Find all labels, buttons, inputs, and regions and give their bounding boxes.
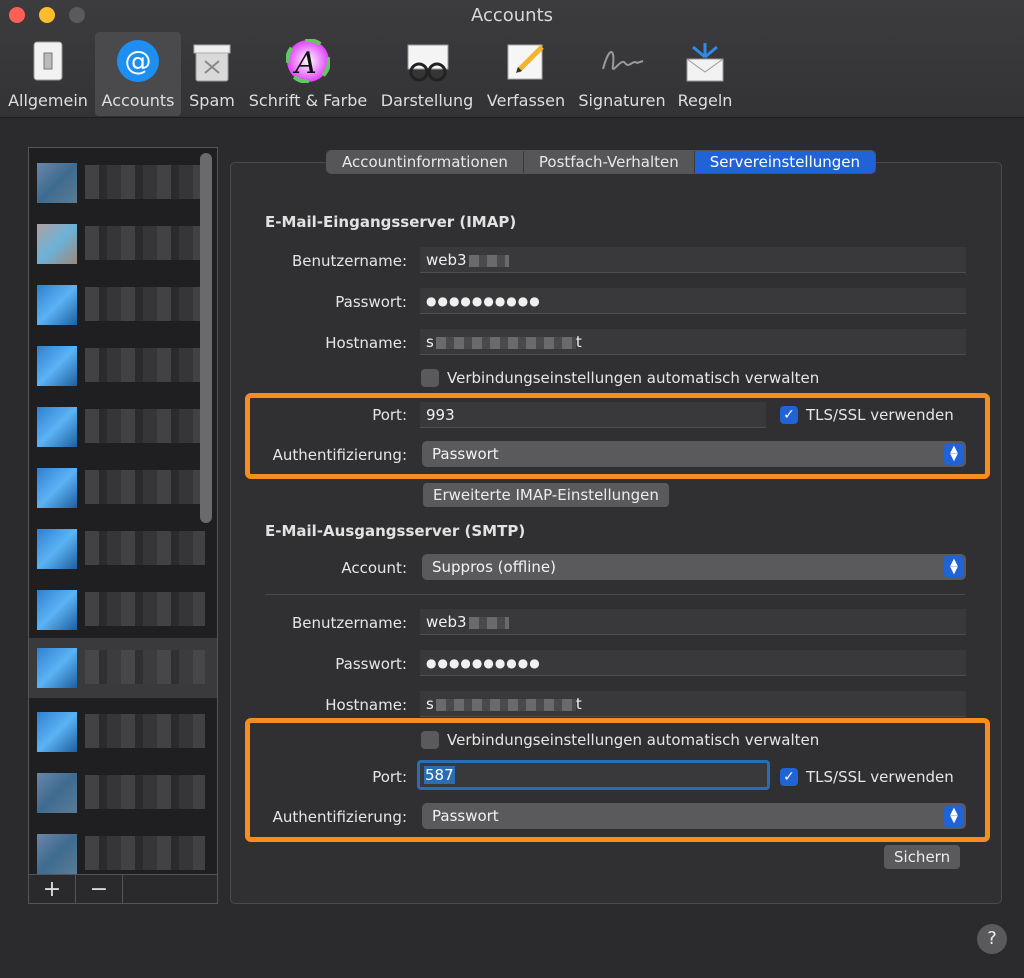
add-account-button[interactable]: +: [29, 875, 76, 903]
signature-icon: [599, 38, 645, 84]
smtp-password-label: Passwort:: [335, 655, 407, 673]
chevron-updown-icon: ▲ ▼: [944, 556, 964, 578]
account-list-item[interactable]: [29, 275, 217, 335]
imap-hostname-field[interactable]: st: [420, 329, 966, 355]
trash-bin-icon: [189, 38, 235, 84]
toolbar-item-signaturen[interactable]: Signaturen: [576, 32, 668, 116]
at-sign-icon: @: [115, 38, 161, 84]
avatar: [37, 834, 77, 874]
smtp-port-field[interactable]: 587: [417, 760, 770, 790]
account-list-item[interactable]: [29, 458, 217, 518]
avatar: [37, 407, 77, 447]
smtp-username-label: Benutzername:: [291, 614, 407, 632]
chevron-updown-icon: ▲ ▼: [944, 805, 964, 827]
tab-bar: Accountinformationen Postfach-Verhalten …: [326, 150, 877, 174]
toolbar: Accounts Allgemein @ Accounts Spam A Sch…: [0, 0, 1024, 118]
tab-postfach-verhalten[interactable]: Postfach-Verhalten: [523, 151, 695, 173]
account-list-item[interactable]: [29, 153, 217, 213]
smtp-auth-select[interactable]: Passwort ▲ ▼: [422, 803, 966, 829]
toolbar-item-spam[interactable]: Spam: [184, 32, 240, 116]
avatar: [37, 224, 77, 264]
account-list-item[interactable]: [29, 519, 217, 579]
imap-password-field[interactable]: ●●●●●●●●●●: [420, 288, 966, 314]
imap-auto-manage-label: Verbindungseinstellungen automatisch ver…: [447, 369, 820, 387]
toolbar-item-allgemein[interactable]: Allgemein: [4, 32, 92, 116]
account-list-item[interactable]: [29, 702, 217, 762]
switch-icon: [25, 38, 71, 84]
imap-tls-checkbox[interactable]: ✓: [780, 406, 798, 424]
account-list[interactable]: [28, 147, 218, 904]
smtp-password-field[interactable]: ●●●●●●●●●●: [420, 650, 966, 676]
glasses-icon: [404, 38, 450, 84]
avatar: [37, 468, 77, 508]
pencil-icon: [503, 38, 549, 84]
account-list-item-selected[interactable]: [29, 638, 217, 698]
imap-username-label: Benutzername:: [291, 252, 407, 270]
imap-hostname-label: Hostname:: [325, 334, 407, 352]
tab-accountinformationen[interactable]: Accountinformationen: [327, 151, 524, 173]
avatar: [37, 163, 77, 203]
account-list-item[interactable]: [29, 336, 217, 396]
imap-tls-label: TLS/SSL verwenden: [806, 406, 954, 424]
avatar: [37, 285, 77, 325]
advanced-imap-settings-button[interactable]: Erweiterte IMAP-Einstellungen: [423, 483, 669, 507]
remove-account-button[interactable]: −: [76, 875, 123, 903]
account-list-item[interactable]: [29, 824, 217, 874]
smtp-hostname-label: Hostname:: [325, 696, 407, 714]
account-list-item[interactable]: [29, 580, 217, 640]
imap-password-label: Passwort:: [335, 293, 407, 311]
imap-username-field[interactable]: web3: [420, 247, 966, 273]
imap-auth-select[interactable]: Passwort ▲ ▼: [422, 441, 966, 467]
avatar: [37, 590, 77, 630]
help-button[interactable]: ?: [977, 924, 1007, 954]
toolbar-item-verfassen[interactable]: Verfassen: [484, 32, 568, 116]
avatar: [37, 773, 77, 813]
account-list-item[interactable]: [29, 214, 217, 274]
imap-port-field[interactable]: 993: [420, 402, 766, 428]
section-divider: [265, 594, 965, 595]
svg-text:A: A: [292, 46, 317, 81]
smtp-section-title: E-Mail-Ausgangsserver (SMTP): [265, 522, 526, 540]
account-list-scrollbar[interactable]: [200, 153, 212, 523]
window-title: Accounts: [470, 5, 554, 26]
toolbar-item-darstellung[interactable]: Darstellung: [378, 32, 476, 116]
font-color-icon: A: [285, 38, 331, 84]
avatar: [37, 712, 77, 752]
smtp-username-field[interactable]: web3: [420, 609, 966, 635]
save-button[interactable]: Sichern: [884, 845, 961, 869]
smtp-auto-manage-checkbox[interactable]: [421, 731, 439, 749]
toolbar-item-regeln[interactable]: Regeln: [674, 32, 736, 116]
imap-auto-manage-checkbox[interactable]: [421, 369, 439, 387]
toolbar-item-accounts[interactable]: @ Accounts: [95, 32, 181, 116]
imap-auth-label: Authentifizierung:: [272, 446, 407, 464]
chevron-updown-icon: ▲ ▼: [944, 443, 964, 465]
svg-text:@: @: [125, 46, 152, 77]
smtp-auto-manage-label: Verbindungseinstellungen automatisch ver…: [447, 731, 820, 749]
toolbar-item-schrift-farbe[interactable]: A Schrift & Farbe: [246, 32, 370, 116]
avatar: [37, 346, 77, 386]
smtp-tls-label: TLS/SSL verwenden: [806, 768, 954, 786]
envelope-arrows-icon: [682, 38, 728, 84]
smtp-tls-checkbox[interactable]: ✓: [780, 768, 798, 786]
smtp-account-select[interactable]: Suppros (offline) ▲ ▼: [422, 554, 966, 580]
tab-servereinstellungen[interactable]: Servereinstellungen: [694, 151, 876, 173]
avatar: [37, 648, 77, 688]
avatar: [37, 529, 77, 569]
imap-section-title: E-Mail-Eingangsserver (IMAP): [265, 213, 517, 231]
smtp-account-label: Account:: [341, 559, 407, 577]
smtp-port-label: Port:: [372, 768, 407, 786]
account-list-controls: + −: [28, 874, 218, 904]
smtp-auth-label: Authentifizierung:: [272, 808, 407, 826]
imap-port-label: Port:: [372, 406, 407, 424]
account-list-item[interactable]: [29, 763, 217, 823]
smtp-hostname-field[interactable]: st: [420, 691, 966, 717]
account-list-item[interactable]: [29, 397, 217, 457]
